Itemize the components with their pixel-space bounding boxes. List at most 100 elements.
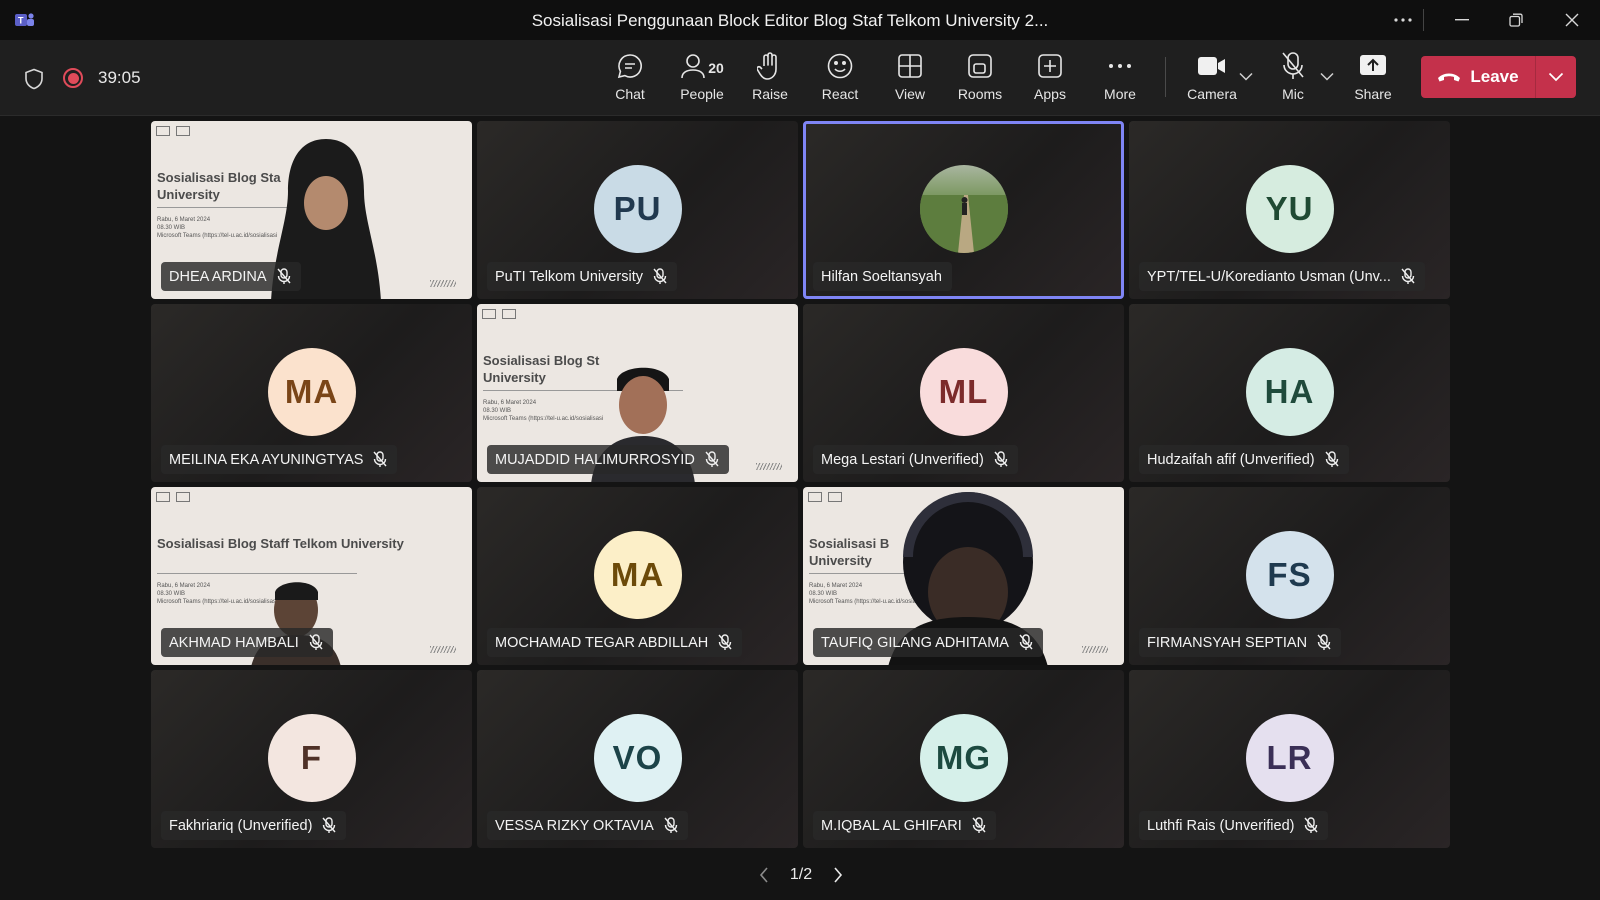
participant-tile[interactable]: Sosialisasi Blog St University Rabu, 6 Mar… bbox=[477, 304, 798, 482]
camera-button[interactable]: Camera bbox=[1180, 50, 1244, 108]
page-indicator: 1/2 bbox=[789, 866, 813, 883]
participant-name-tag: Hilfan Soeltansyah bbox=[813, 262, 952, 291]
participant-tile[interactable]: HA Hudzaifah afif (Unverified) bbox=[1129, 304, 1450, 482]
mic-off-icon bbox=[322, 817, 336, 833]
restore-icon[interactable] bbox=[1502, 8, 1530, 32]
participant-name: TAUFIQ GILANG ADHITAMA bbox=[821, 634, 1009, 651]
apps-button[interactable]: Apps bbox=[1019, 50, 1081, 108]
avatar: F bbox=[267, 714, 356, 802]
participant-tile[interactable]: ML Mega Lestari (Unverified) bbox=[803, 304, 1124, 482]
participant-tile[interactable]: MA MEILINA EKA AYUNINGTYAS bbox=[151, 304, 472, 482]
participant-tile[interactable]: FS FIRMANSYAH SEPTIAN bbox=[1129, 487, 1450, 665]
rooms-button[interactable]: Rooms bbox=[949, 50, 1011, 108]
participant-name-tag: VESSA RIZKY OKTAVIA bbox=[487, 811, 688, 840]
participant-tile[interactable]: MA MOCHAMAD TEGAR ABDILLAH bbox=[477, 487, 798, 665]
avatar: LR bbox=[1245, 714, 1334, 802]
avatar: MG bbox=[919, 714, 1008, 802]
share-label: Share bbox=[1354, 86, 1392, 102]
leave-chevron-down-icon[interactable] bbox=[1536, 56, 1576, 98]
mic-label: Mic bbox=[1282, 86, 1304, 102]
recording-indicator-icon bbox=[63, 68, 83, 88]
more-button[interactable]: More bbox=[1089, 50, 1151, 108]
chat-button[interactable]: Chat bbox=[599, 50, 661, 108]
avatar: MA bbox=[267, 348, 356, 436]
people-label: People bbox=[680, 86, 724, 102]
participant-name: M.IQBAL AL GHIFARI bbox=[821, 817, 962, 834]
participant-tile[interactable]: VO VESSA RIZKY OKTAVIA bbox=[477, 670, 798, 848]
titlebar-divider bbox=[1423, 9, 1424, 31]
mic-off-icon bbox=[1280, 50, 1306, 82]
slide-decoration bbox=[430, 280, 456, 287]
raise-hand-button[interactable]: Raise bbox=[739, 50, 801, 108]
avatar: FS bbox=[1245, 531, 1334, 619]
participant-name-tag: AKHMAD HAMBALI bbox=[161, 628, 333, 657]
minimize-icon[interactable] bbox=[1448, 8, 1476, 32]
participant-name-tag: Mega Lestari (Unverified) bbox=[813, 445, 1018, 474]
participant-tile[interactable]: Sosialisasi Blog Staff Telkom University… bbox=[151, 487, 472, 665]
mic-off-icon bbox=[1019, 634, 1033, 650]
people-button[interactable]: 20 People bbox=[670, 50, 734, 108]
slide-decoration bbox=[1082, 646, 1108, 653]
raise-hand-icon bbox=[757, 50, 783, 82]
participant-name: Mega Lestari (Unverified) bbox=[821, 451, 984, 468]
toolbar-divider bbox=[1165, 57, 1166, 97]
participant-tile[interactable]: Sosialisasi B University Rabu, 6 Maret 202… bbox=[803, 487, 1124, 665]
participant-name-tag: TAUFIQ GILANG ADHITAMA bbox=[813, 628, 1043, 657]
participant-tile[interactable]: MG M.IQBAL AL GHIFARI bbox=[803, 670, 1124, 848]
avatar: HA bbox=[1245, 348, 1334, 436]
camera-icon bbox=[1197, 50, 1227, 82]
participant-tile[interactable]: YU YPT/TEL-U/Korediantо Usman (Unv... bbox=[1129, 121, 1450, 299]
leave-button[interactable]: Leave bbox=[1421, 56, 1535, 98]
slide-decoration bbox=[756, 463, 782, 470]
camera-chevron-down-icon[interactable] bbox=[1239, 72, 1253, 81]
slide-title: Sosialisasi Blog Staff Telkom University bbox=[157, 536, 404, 551]
share-button[interactable]: Share bbox=[1342, 50, 1404, 108]
participant-name-tag: MOCHAMAD TEGAR ABDILLAH bbox=[487, 628, 743, 657]
slide-logos bbox=[808, 492, 842, 502]
rooms-icon bbox=[967, 50, 993, 82]
participant-name-tag: Fakhriariq (Unverified) bbox=[161, 811, 347, 840]
avatar: ML bbox=[919, 348, 1008, 436]
participant-name: Hilfan Soeltansyah bbox=[821, 268, 942, 285]
chevron-left-icon[interactable] bbox=[759, 867, 769, 883]
avatar: VO bbox=[593, 714, 682, 802]
participant-name: FIRMANSYAH SEPTIAN bbox=[1147, 634, 1308, 651]
mic-button[interactable]: Mic bbox=[1262, 50, 1324, 108]
participant-name-tag: Hudzaifah afif (Unverified) bbox=[1139, 445, 1349, 474]
participant-name-tag: MEILINA EKA AYUNINGTYAS bbox=[161, 445, 398, 474]
leave-button-group: Leave bbox=[1421, 56, 1576, 98]
participant-name-tag: DHEA ARDINA bbox=[161, 262, 301, 291]
view-button[interactable]: View bbox=[879, 50, 941, 108]
mic-off-icon bbox=[309, 634, 323, 650]
mic-off-icon bbox=[1325, 451, 1339, 467]
mic-chevron-down-icon[interactable] bbox=[1320, 72, 1334, 81]
react-label: React bbox=[821, 86, 859, 102]
smiley-icon bbox=[826, 50, 854, 82]
close-icon[interactable] bbox=[1558, 8, 1586, 32]
participant-name: MUJADDID HALIMURROSYID bbox=[495, 451, 695, 468]
participant-name: DHEA ARDINA bbox=[169, 268, 267, 285]
share-icon bbox=[1359, 50, 1387, 82]
participant-name: MOCHAMAD TEGAR ABDILLAH bbox=[495, 634, 709, 651]
more-label: More bbox=[1104, 86, 1136, 102]
participant-name: AKHMAD HAMBALI bbox=[169, 634, 299, 651]
grid-pager: 1/2 bbox=[759, 864, 843, 886]
hang-up-icon bbox=[1438, 73, 1461, 82]
shield-icon[interactable] bbox=[24, 68, 44, 90]
mic-off-icon bbox=[994, 451, 1008, 467]
chevron-right-icon[interactable] bbox=[833, 867, 843, 883]
participant-name-tag: PuTI Telkom University bbox=[487, 262, 677, 291]
participant-tile[interactable]: Hilfan Soeltansyah bbox=[803, 121, 1124, 299]
window-more-icon[interactable] bbox=[1389, 8, 1417, 32]
participant-tile[interactable]: Sosialisasi Blog Sta University Rabu, 6 Ma… bbox=[151, 121, 472, 299]
apps-plus-icon bbox=[1037, 50, 1063, 82]
participant-tile[interactable]: PU PuTI Telkom University bbox=[477, 121, 798, 299]
chat-label: Chat bbox=[615, 86, 645, 102]
react-button[interactable]: React bbox=[809, 50, 871, 108]
slide-logos bbox=[156, 126, 190, 136]
mic-off-icon bbox=[1304, 817, 1319, 833]
participant-tile[interactable]: F Fakhriariq (Unverified) bbox=[151, 670, 472, 848]
participant-name: PuTI Telkom University bbox=[495, 268, 643, 285]
participant-name: VESSA RIZKY OKTAVIA bbox=[495, 817, 654, 834]
participant-tile[interactable]: LR Luthfi Rais (Unverified) bbox=[1129, 670, 1450, 848]
